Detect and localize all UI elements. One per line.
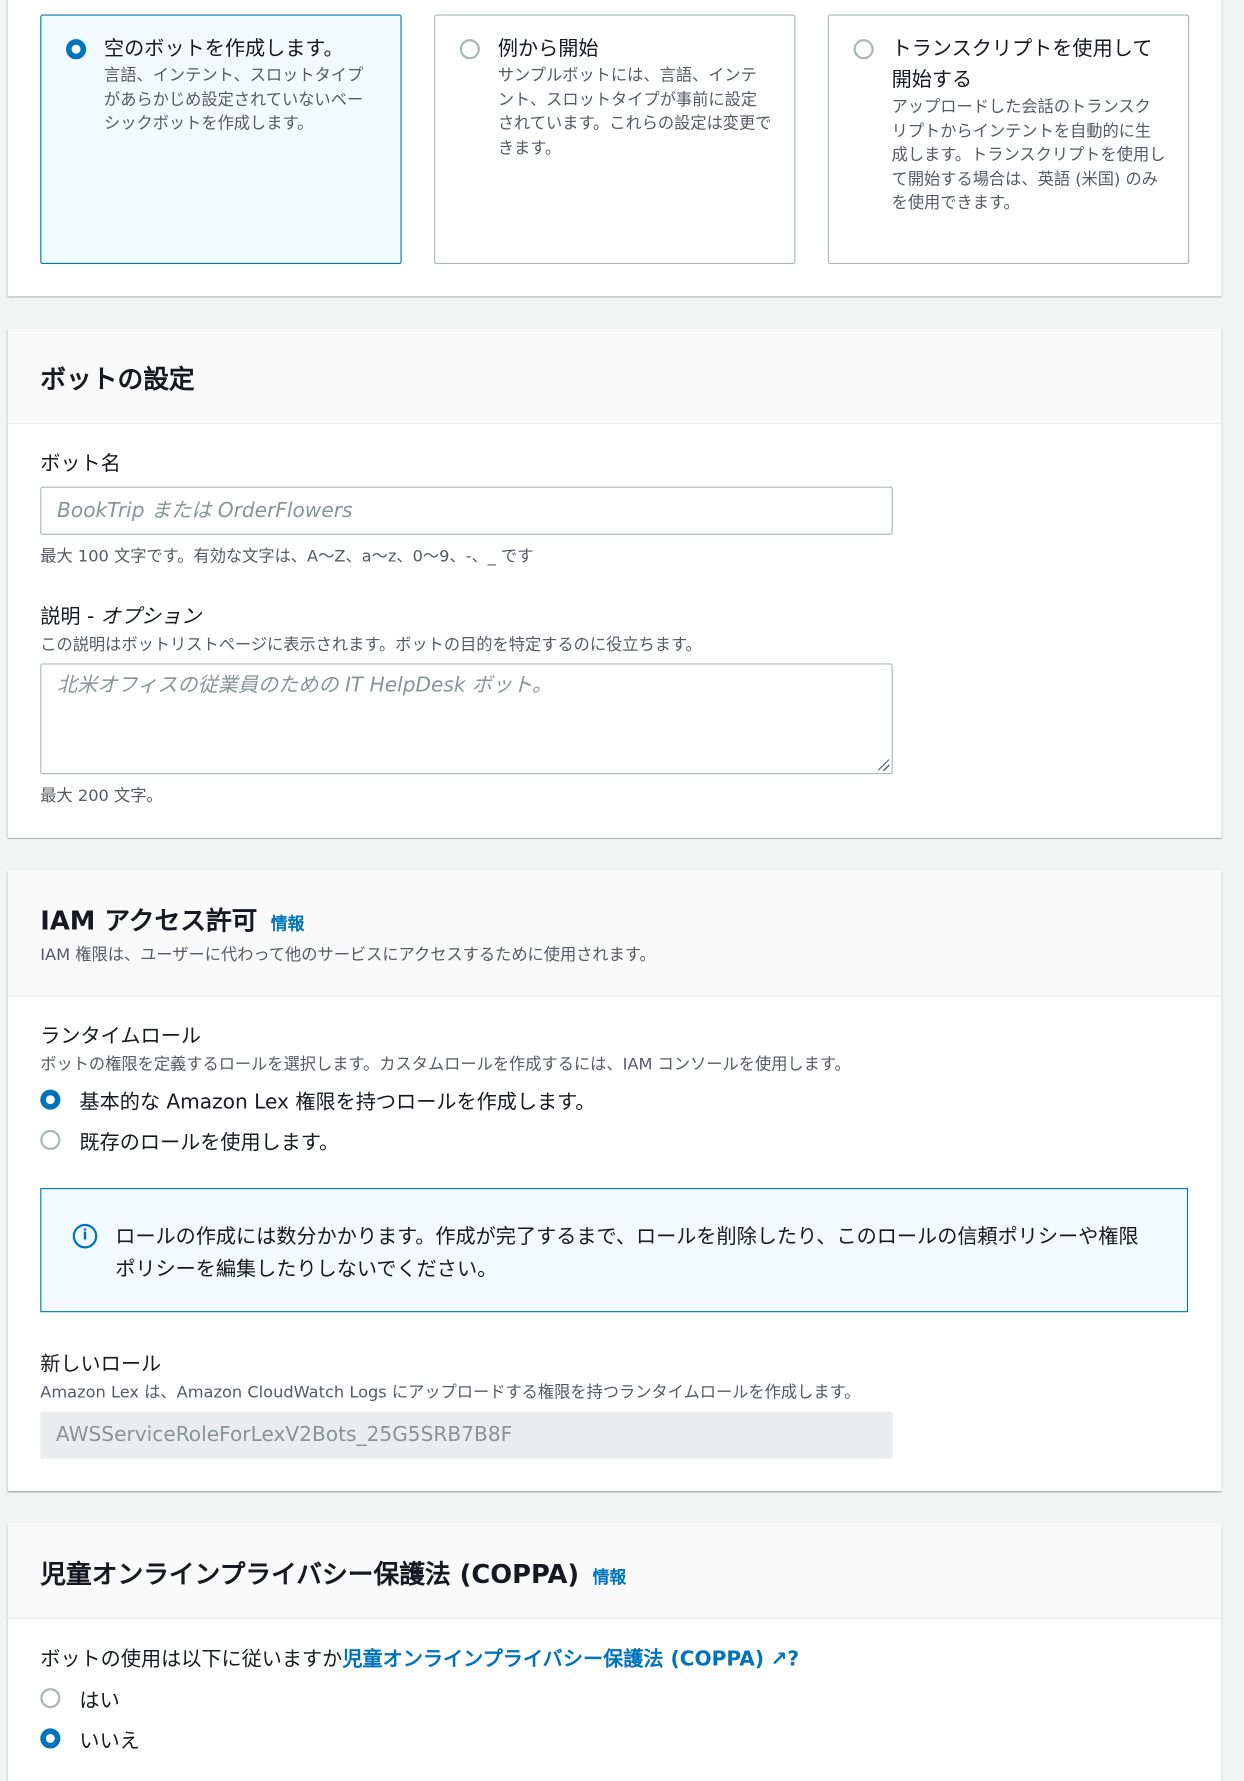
new-role-sub: Amazon Lex は、Amazon CloudWatch Logs にアップ…	[40, 1383, 861, 1402]
resize-handle-icon[interactable]	[878, 759, 890, 771]
radio-label: はい	[79, 1689, 120, 1713]
label-text: 説明 -	[40, 605, 101, 629]
bot-name-hint: 最大 100 文字です。有効な文字は、A〜Z、a〜z、0〜9、-、_ です	[40, 548, 534, 567]
info-link[interactable]: 情報	[271, 914, 305, 934]
option-from-example[interactable]: 例から開始サンプルボットには、言語、インテント、スロットタイプが事前に設定されて…	[434, 14, 796, 265]
iam-permissions-panel: IAM アクセス許可 情報 IAM 権限は、ユーザーに代わって他のサービスにアクセ…	[7, 870, 1222, 1492]
option-from-transcript[interactable]: トランスクリプトを使用して開始するアップロードした会話のトランスクリプトからイン…	[827, 14, 1190, 265]
radio-no[interactable]	[40, 1728, 61, 1749]
radio-yes[interactable]	[40, 1688, 61, 1709]
creation-method-panel: 空のボットを作成します。言語、インテント、スロットタイプがあらかじめ設定されてい…	[7, 0, 1222, 297]
bot-name-input[interactable]: BookTrip または OrderFlowers	[40, 486, 893, 535]
optional-text: オプション	[100, 605, 202, 629]
placeholder: 北米オフィスの従業員のための IT HelpDesk ボット。	[57, 673, 553, 697]
radio-unselected[interactable]	[459, 39, 480, 60]
option-title: 空のボットを作成します。	[104, 36, 344, 61]
radio-selected[interactable]	[66, 39, 87, 60]
description-label: 説明 - オプション	[40, 601, 201, 630]
section-title: ボットの設定	[40, 365, 195, 395]
value: AWSServiceRoleForLexV2Bots_25G5SRB7B8F	[55, 1422, 513, 1447]
section-title: IAM アクセス許可 情報	[40, 899, 304, 937]
description-sub: この説明はボットリストページに表示されます。ボットの目的を特定するのに役立ちます…	[40, 636, 702, 655]
description-textarea[interactable]: 北米オフィスの従業員のための IT HelpDesk ボット。	[40, 663, 893, 775]
runtime-role-label: ランタイムロール	[40, 1024, 201, 1049]
bot-settings-panel: ボットの設定 ボット名 BookTrip または OrderFlowers 最大…	[7, 328, 1222, 838]
option-title: トランスクリプトを使用して開始する	[891, 36, 1153, 92]
option-desc: 言語、インテント、スロットタイプがあらかじめ設定されていないベーシックボットを作…	[104, 67, 364, 134]
new-role-input: AWSServiceRoleForLexV2Bots_25G5SRB7B8F	[40, 1411, 893, 1459]
question-mark: ?	[787, 1647, 800, 1672]
title-text: 児童オンラインプライバシー保護法 (COPPA)	[40, 1560, 580, 1590]
radio-existing-role[interactable]	[40, 1129, 61, 1151]
runtime-role-sub: ボットの権限を定義するロールを選択します。カスタムロールを作成するには、IAM …	[40, 1056, 851, 1074]
new-role-label: 新しいロール	[40, 1352, 162, 1377]
option-desc: サンプルボットには、言語、インテント、スロットタイプが事前に設定されています。こ…	[497, 67, 772, 158]
info-icon: i	[72, 1223, 98, 1249]
radio-unselected[interactable]	[853, 39, 874, 60]
placeholder: BookTrip または OrderFlowers	[57, 498, 353, 523]
section-subtitle: IAM 権限は、ユーザーに代わって他のサービスにアクセスするために使用されます。	[40, 946, 656, 965]
radio-label: 基本的な Amazon Lex 権限を持つロールを作成します。	[79, 1090, 596, 1115]
option-blank-bot[interactable]: 空のボットを作成します。言語、インテント、スロットタイプがあらかじめ設定されてい…	[40, 14, 402, 265]
radio-label: いいえ	[79, 1729, 140, 1754]
option-title: 例から開始	[497, 36, 599, 61]
option-desc: アップロードした会話のトランスクリプトからインテントを自動的に生成します。トラン…	[891, 98, 1166, 213]
info-alert: i ロールの作成には数分かかります。作成が完了するまで、ロールを削除したり、この…	[40, 1188, 1189, 1313]
description-hint: 最大 200 文字。	[40, 787, 163, 806]
alert-text: ロールの作成には数分かかります。作成が完了するまで、ロールを削除したり、このロー…	[115, 1224, 1139, 1281]
external-link-icon[interactable]: ↗	[770, 1648, 787, 1671]
bot-name-label: ボット名	[40, 451, 121, 476]
section-title: 児童オンラインプライバシー保護法 (COPPA) 情報	[40, 1553, 626, 1591]
question-text: ボットの使用は以下に従いますか	[40, 1647, 343, 1672]
info-link[interactable]: 情報	[593, 1567, 627, 1587]
radio-label: 既存のロールを使用します。	[79, 1131, 340, 1155]
coppa-panel: 児童オンラインプライバシー保護法 (COPPA) 情報 ボットの使用は以下に従いま…	[7, 1523, 1222, 1781]
radio-create-role[interactable]	[40, 1089, 61, 1110]
title-text: IAM アクセス許可	[40, 907, 258, 937]
coppa-link[interactable]: 児童オンラインプライバシー保護法 (COPPA)	[342, 1648, 764, 1671]
coppa-question: ボットの使用は以下に従いますか児童オンラインプライバシー保護法 (COPPA) …	[40, 1643, 799, 1672]
